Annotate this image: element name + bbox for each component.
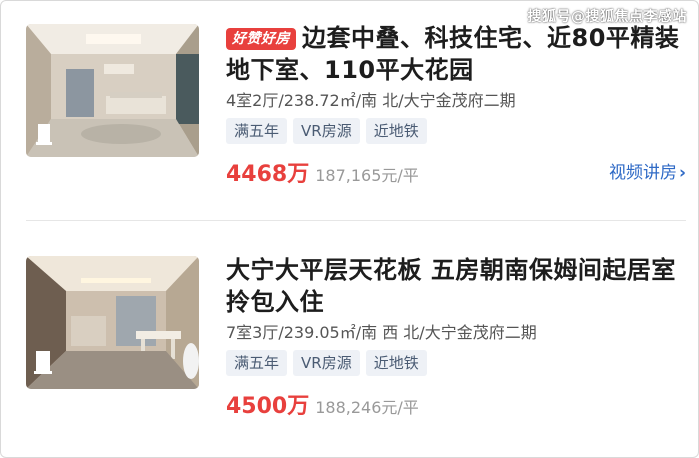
- listing-tags: 满五年 VR房源 近地铁: [226, 118, 686, 144]
- price-row: 4500万 188,246元/平: [226, 388, 686, 419]
- listing-meta: 4室2厅/238.72㎡/南 北/大宁金茂府二期: [226, 91, 516, 110]
- unit-price: 187,165元/平: [315, 166, 419, 185]
- tag-full-five-years: 满五年: [226, 350, 288, 376]
- listing-photo[interactable]: [26, 24, 199, 157]
- listing-meta: 7室3厅/239.05㎡/南 西 北/大宁金茂府二期: [226, 323, 537, 342]
- total-price: 4468万: [226, 162, 310, 187]
- listing-tags: 满五年 VR房源 近地铁: [226, 350, 686, 376]
- tag-vr: VR房源: [293, 118, 360, 144]
- price-row: 4468万 187,165元/平 视频讲房 ›: [226, 156, 686, 187]
- listing-photo[interactable]: [26, 256, 199, 389]
- listing-title[interactable]: 大宁大平层天花板 五房朝南保姆间起居室 拎包入住: [226, 254, 686, 318]
- video-tour-label[interactable]: 视频讲房: [609, 163, 677, 183]
- tag-near-metro: 近地铁: [365, 350, 427, 376]
- listing-title[interactable]: 好赞好房 边套中叠、科技住宅、近80平精装地下室、110平大花园: [226, 22, 686, 86]
- video-tour-link[interactable]: 视频讲房 ›: [609, 158, 686, 183]
- tag-full-five-years: 满五年: [226, 118, 288, 144]
- tag-vr: VR房源: [293, 350, 360, 376]
- quality-badge: 好赞好房: [226, 28, 296, 50]
- unit-price: 188,246元/平: [315, 398, 419, 417]
- divider: [26, 220, 686, 221]
- tag-near-metro: 近地铁: [365, 118, 427, 144]
- chevron-right-icon: ›: [678, 163, 686, 183]
- total-price: 4500万: [226, 394, 310, 419]
